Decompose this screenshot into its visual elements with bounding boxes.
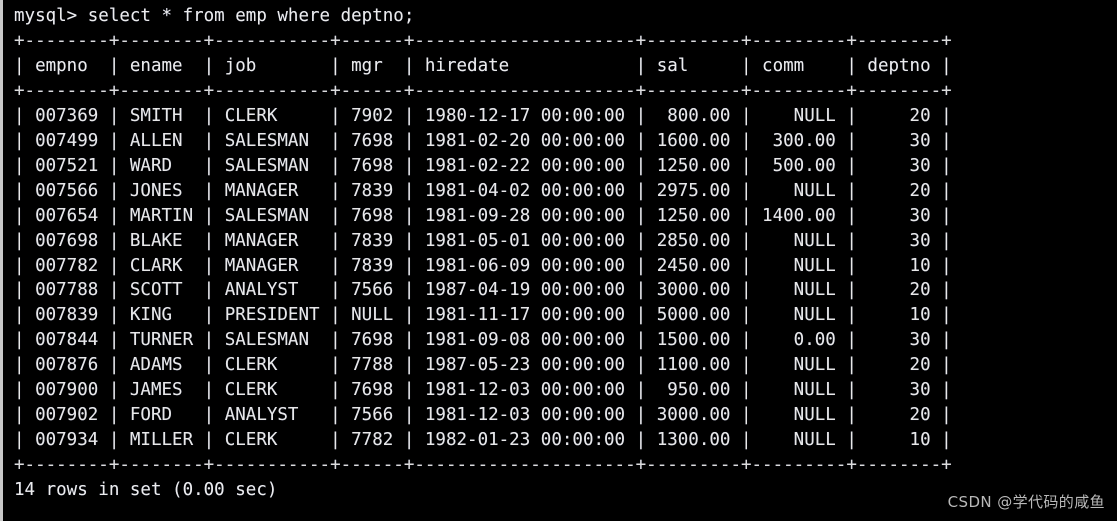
- table-bottom-border: +--------+--------+-----------+------+--…: [14, 455, 952, 476]
- table-row: | 007844 | TURNER | SALESMAN | 7698 | 19…: [14, 330, 952, 351]
- table-header-border: +--------+--------+-----------+------+--…: [14, 80, 952, 101]
- table-row: | 007698 | BLAKE | MANAGER | 7839 | 1981…: [14, 230, 952, 251]
- table-top-border: +--------+--------+-----------+------+--…: [14, 30, 952, 51]
- table-row: | 007782 | CLARK | MANAGER | 7839 | 1981…: [14, 255, 952, 276]
- table-row: | 007900 | JAMES | CLERK | 7698 | 1981-1…: [14, 380, 952, 401]
- table-row: | 007934 | MILLER | CLERK | 7782 | 1982-…: [14, 430, 952, 451]
- table-row: | 007839 | KING | PRESIDENT | NULL | 198…: [14, 305, 952, 326]
- table-row: | 007521 | WARD | SALESMAN | 7698 | 1981…: [14, 155, 952, 176]
- table-row: | 007499 | ALLEN | SALESMAN | 7698 | 198…: [14, 130, 952, 151]
- csdn-watermark: CSDN @学代码的咸鱼: [947, 493, 1105, 511]
- terminal-screen: mysql> select * from emp where deptno; +…: [3, 0, 1117, 503]
- mysql-terminal-window[interactable]: mysql> select * from emp where deptno; +…: [0, 0, 1117, 521]
- table-body: | 007369 | SMITH | CLERK | 7902 | 1980-1…: [14, 104, 1117, 453]
- table-row: | 007654 | MARTIN | SALESMAN | 7698 | 19…: [14, 205, 952, 226]
- table-header-row: | empno | ename | job | mgr | hiredate |…: [14, 55, 952, 76]
- table-row: | 007876 | ADAMS | CLERK | 7788 | 1987-0…: [14, 355, 952, 376]
- command-prompt-line: mysql> select * from emp where deptno;: [14, 6, 415, 26]
- table-row: | 007566 | JONES | MANAGER | 7839 | 1981…: [14, 180, 952, 201]
- table-row: | 007788 | SCOTT | ANALYST | 7566 | 1987…: [14, 280, 952, 301]
- table-row: | 007369 | SMITH | CLERK | 7902 | 1980-1…: [14, 105, 952, 126]
- table-row: | 007902 | FORD | ANALYST | 7566 | 1981-…: [14, 405, 952, 426]
